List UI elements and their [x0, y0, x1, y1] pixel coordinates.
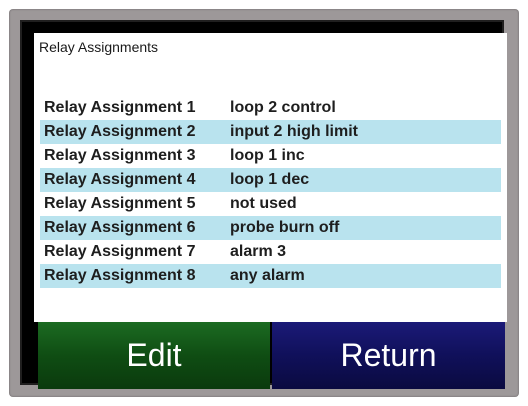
page-title: Relay Assignments: [39, 39, 159, 55]
relay-label: Relay Assignment 5: [44, 195, 196, 212]
relay-label: Relay Assignment 6: [44, 219, 196, 236]
relay-value: any alarm: [230, 267, 305, 284]
return-button[interactable]: Return: [272, 322, 505, 389]
relay-label: Relay Assignment 4: [44, 171, 196, 188]
relay-label: Relay Assignment 8: [44, 267, 196, 284]
relay-row-6[interactable]: Relay Assignment 6 probe burn off: [40, 216, 501, 240]
relay-value: loop 2 control: [230, 99, 336, 116]
relay-label: Relay Assignment 7: [44, 243, 196, 260]
relay-value: probe burn off: [230, 219, 340, 236]
relay-row-2[interactable]: Relay Assignment 2 input 2 high limit: [40, 120, 501, 144]
relay-label: Relay Assignment 3: [44, 147, 196, 164]
relay-label: Relay Assignment 2: [44, 123, 196, 140]
relay-row-5[interactable]: Relay Assignment 5 not used: [40, 192, 501, 216]
relay-value: loop 1 dec: [230, 171, 310, 188]
relay-row-8[interactable]: Relay Assignment 8 any alarm: [40, 264, 501, 288]
relay-value: input 2 high limit: [230, 123, 358, 140]
relay-list: Relay Assignment 1 loop 2 control Relay …: [34, 93, 507, 322]
relay-row-7[interactable]: Relay Assignment 7 alarm 3: [40, 240, 501, 264]
relay-label: Relay Assignment 1: [44, 99, 196, 116]
relay-row-3[interactable]: Relay Assignment 3 loop 1 inc: [40, 144, 501, 168]
relay-value: alarm 3: [230, 243, 287, 260]
relay-row-4[interactable]: Relay Assignment 4 loop 1 dec: [40, 168, 501, 192]
relay-row-1[interactable]: Relay Assignment 1 loop 2 control: [40, 96, 501, 120]
title-panel: Relay Assignments: [34, 33, 507, 93]
relay-value: not used: [230, 195, 297, 212]
edit-button[interactable]: Edit: [38, 322, 270, 389]
relay-value: loop 1 inc: [230, 147, 305, 164]
